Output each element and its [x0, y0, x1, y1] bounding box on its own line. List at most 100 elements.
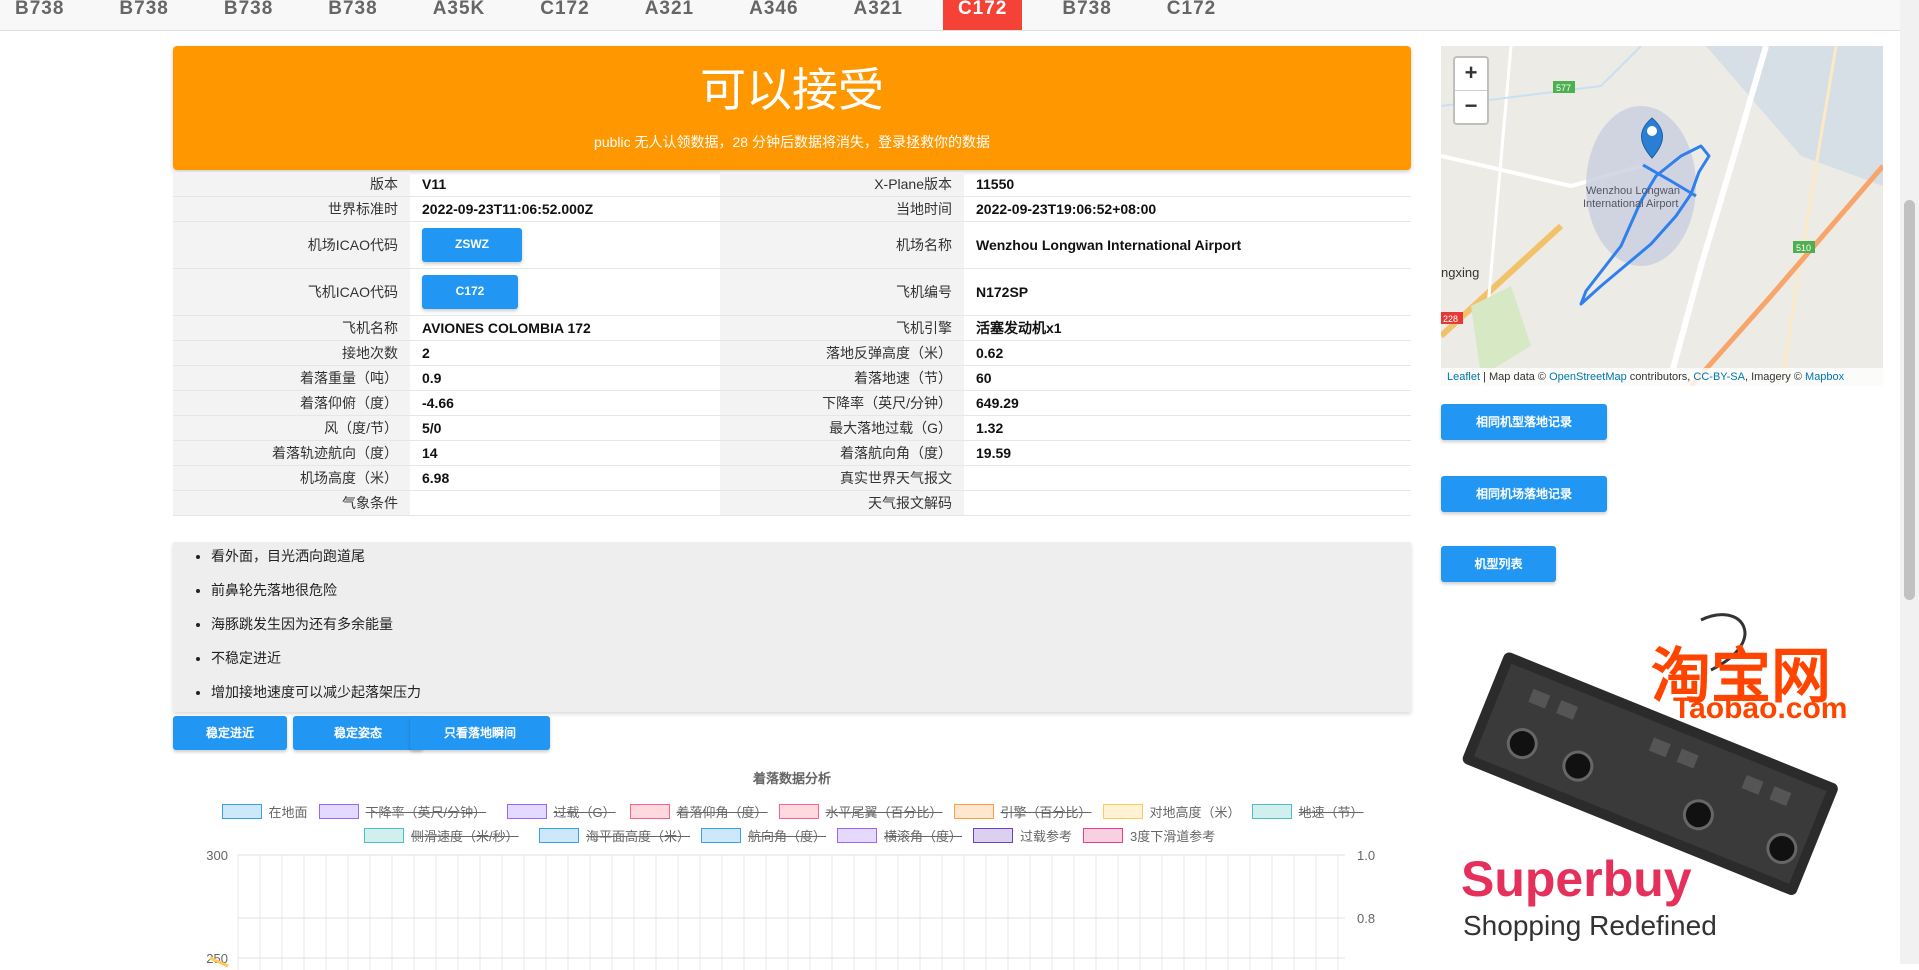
aircraft-name-label: 飞机名称	[173, 315, 410, 341]
heading-label: 着落航向角（度）	[720, 440, 964, 466]
tab-c172[interactable]: C172	[942, 0, 1023, 30]
tail-number-value: N172SP	[964, 268, 1411, 316]
osm-link[interactable]: OpenStreetMap	[1549, 371, 1627, 383]
airport-name-value: Wenzhou Longwan International Airport	[964, 221, 1411, 269]
metar-value	[964, 465, 1411, 491]
version-label: 版本	[173, 172, 410, 197]
max-g-label: 最大落地过载（G）	[720, 415, 964, 441]
map-canvas: Wenzhou Longwan International Airport ng…	[1441, 46, 1883, 386]
y-axis-right-tick: 1.0	[1357, 848, 1375, 863]
rating-banner: 可以接受 public 无人认领数据，28 分钟后数据将消失，登录拯救你的数据	[173, 46, 1411, 170]
map-attribution: Leaflet | Map data © OpenStreetMap contr…	[1441, 368, 1883, 386]
wind-value: 5/0	[410, 415, 720, 441]
y-axis-right-tick: 0.8	[1357, 911, 1375, 926]
advertisement[interactable]: 淘宝网 Taobao.com Superbuy Shopping Redefin…	[1441, 610, 1883, 955]
version-value: V11	[410, 172, 720, 197]
landing-weight-label: 着落重量（吨）	[173, 365, 410, 391]
list-item: 不稳定进近	[211, 648, 1411, 682]
list-item: 看外面，目光洒向跑道尾	[211, 546, 1411, 580]
track-label: 着落轨迹航向（度）	[173, 440, 410, 466]
metar-decode-value	[964, 490, 1411, 516]
tab-b738[interactable]: B738	[1047, 0, 1126, 30]
landing-map[interactable]: Wenzhou Longwan International Airport ng…	[1441, 46, 1883, 386]
chart-plot: 3002501.00.8	[206, 848, 1375, 970]
tab-b738[interactable]: B738	[209, 0, 288, 30]
stable-approach-button[interactable]: 稳定进近	[173, 716, 287, 750]
same-type-landings-button[interactable]: 相同机型落地记录	[1441, 404, 1607, 440]
table-row: 风（度/节） 5/0 最大落地过载（G） 1.32	[173, 415, 1411, 441]
zoom-out-button[interactable]: −	[1455, 91, 1487, 123]
landing-weight-value: 0.9	[410, 365, 720, 391]
tab-a346[interactable]: A346	[734, 0, 813, 30]
utc-value: 2022-09-23T11:06:52.000Z	[410, 196, 720, 222]
zoom-in-button[interactable]: +	[1455, 58, 1487, 91]
landing-info-table: 版本 V11 X-Plane版本 11550 世界标准时 2022-09-23T…	[173, 172, 1411, 516]
road-sign-577: 577	[1556, 83, 1571, 93]
map-zoom-control: + −	[1453, 56, 1489, 125]
rating-title: 可以接受	[700, 63, 884, 117]
table-row: 机场ICAO代码 ZSWZ 机场名称 Wenzhou Longwan Inter…	[173, 221, 1411, 269]
aircraft-name-value: AVIONES COLOMBIA 172	[410, 315, 720, 341]
list-item: 海豚跳发生因为还有多余能量	[211, 614, 1411, 648]
taobao-logo-en: Taobao.com	[1673, 692, 1848, 725]
bounce-height-value: 0.62	[964, 340, 1411, 366]
cc-link[interactable]: CC-BY-SA	[1693, 371, 1745, 383]
y-axis-left-tick: 300	[206, 848, 228, 863]
tab-c172[interactable]: C172	[1152, 0, 1231, 30]
same-airport-landings-button[interactable]: 相同机场落地记录	[1441, 476, 1607, 512]
attribution-text: | Map data ©	[1480, 371, 1550, 383]
tab-c172[interactable]: C172	[525, 0, 604, 30]
bounce-height-label: 落地反弹高度（米）	[720, 340, 964, 366]
road-sign-510: 510	[1796, 243, 1811, 253]
airport-name-label: 机场名称	[720, 221, 964, 269]
max-g-value: 1.32	[964, 415, 1411, 441]
aircraft-list-button[interactable]: 机型列表	[1441, 546, 1556, 582]
table-row: 世界标准时 2022-09-23T11:06:52.000Z 当地时间 2022…	[173, 196, 1411, 222]
table-row: 气象条件 天气报文解码	[173, 490, 1411, 516]
metar-decode-label: 天气报文解码	[720, 490, 964, 516]
table-row: 接地次数 2 落地反弹高度（米） 0.62	[173, 340, 1411, 366]
table-row: 版本 V11 X-Plane版本 11550	[173, 172, 1411, 197]
page-scrollbar[interactable]	[1900, 0, 1919, 964]
touchdown-count-value: 2	[410, 340, 720, 366]
tab-b738[interactable]: B738	[313, 0, 392, 30]
aircraft-icao-label: 飞机ICAO代码	[173, 268, 410, 316]
tab-b738[interactable]: B738	[0, 0, 79, 30]
xplane-version-value: 11550	[964, 172, 1411, 197]
leaflet-link[interactable]: Leaflet	[1447, 371, 1480, 383]
tail-number-label: 飞机编号	[720, 268, 964, 316]
scrollbar-thumb[interactable]	[1904, 200, 1915, 600]
table-row: 着落重量（吨） 0.9 着落地速（节） 60	[173, 365, 1411, 391]
elevation-value: 6.98	[410, 465, 720, 491]
elevation-label: 机场高度（米）	[173, 465, 410, 491]
list-item: 增加接地速度可以减少起落架压力	[211, 682, 1411, 716]
aircraft-icao-button[interactable]: C172	[422, 275, 518, 309]
heading-value: 19.59	[964, 440, 1411, 466]
tab-b738[interactable]: B738	[104, 0, 183, 30]
attribution-text: , Imagery ©	[1744, 371, 1806, 383]
mapbox-link[interactable]: Mapbox	[1805, 371, 1844, 383]
table-row: 着落仰俯（度） -4.66 下降率（英尺/分钟） 649.29	[173, 390, 1411, 416]
landing-chart: 着落数据分析 在地面 下降率（英尺/分钟） 过载（G） 着落仰角（度） 水平尾翼（百分比…	[173, 760, 1411, 970]
airport-icao-button[interactable]: ZSWZ	[422, 228, 522, 262]
pitch-label: 着落仰俯（度）	[173, 390, 410, 416]
stable-attitude-button[interactable]: 稳定姿态	[293, 716, 423, 750]
map-airport-label-2: International Airport	[1583, 198, 1678, 210]
rating-subtitle: public 无人认领数据，28 分钟后数据将消失，登录拯救你的数据	[594, 134, 990, 150]
tab-a321[interactable]: A321	[630, 0, 709, 30]
wind-label: 风（度/节）	[173, 415, 410, 441]
table-row: 着落轨迹航向（度） 14 着落航向角（度） 19.59	[173, 440, 1411, 466]
ground-speed-value: 60	[964, 365, 1411, 391]
table-row: 飞机ICAO代码 C172 飞机编号 N172SP	[173, 268, 1411, 316]
weather-value	[410, 490, 720, 516]
airport-icao-label: 机场ICAO代码	[173, 221, 410, 269]
list-item: 前鼻轮先落地很危险	[211, 580, 1411, 614]
tab-a35k[interactable]: A35K	[418, 0, 501, 30]
map-airport-label: Wenzhou Longwan	[1586, 185, 1680, 197]
track-value: 14	[410, 440, 720, 466]
touchdown-only-button[interactable]: 只看落地瞬间	[410, 716, 550, 750]
road-sign-228: 228	[1443, 314, 1458, 324]
weather-label: 气象条件	[173, 490, 410, 516]
tab-a321[interactable]: A321	[839, 0, 918, 30]
superbuy-logo: Superbuy	[1461, 851, 1692, 907]
